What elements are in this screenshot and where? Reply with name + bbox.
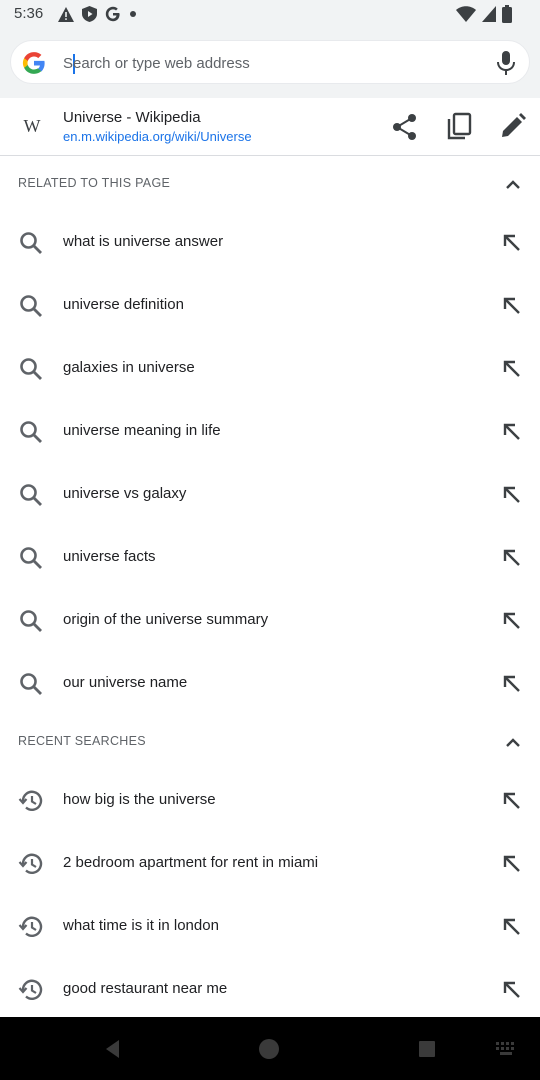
recent-section-label: RECENT SEARCHES	[18, 734, 146, 748]
arrow-up-left-icon[interactable]	[500, 294, 524, 318]
edit-icon[interactable]	[498, 111, 528, 141]
related-suggestion-text: what is universe answer	[63, 233, 224, 250]
recent-search-item[interactable]: 2 bedroom apartment for rent in miami	[0, 832, 540, 895]
related-suggestion[interactable]: universe meaning in life	[0, 400, 540, 463]
current-page-suggestion[interactable]: W Universe - Wikipedia en.m.wikipedia.or…	[0, 98, 540, 156]
arrow-up-left-icon[interactable]	[500, 483, 524, 507]
arrow-up-left-icon[interactable]	[500, 978, 524, 1002]
microphone-icon[interactable]	[495, 50, 517, 76]
history-icon	[18, 914, 44, 940]
related-suggestion[interactable]: what is universe answer	[0, 211, 540, 274]
system-navigation-bar	[0, 1017, 540, 1080]
status-system-icons	[456, 5, 512, 23]
arrow-up-left-icon[interactable]	[500, 546, 524, 570]
recent-search-item-text: what time is it in london	[63, 917, 219, 934]
copy-icon[interactable]	[444, 111, 474, 141]
toolbar	[0, 30, 540, 98]
chevron-up-icon[interactable]	[502, 732, 524, 754]
recent-search-item-text: how big is the universe	[63, 791, 216, 808]
recent-section-header[interactable]: RECENT SEARCHES	[0, 724, 540, 760]
alert-triangle-icon	[58, 6, 74, 22]
arrow-up-left-icon[interactable]	[500, 420, 524, 444]
related-suggestion[interactable]: universe facts	[0, 526, 540, 589]
wifi-icon	[456, 6, 476, 22]
search-icon	[18, 230, 44, 256]
history-icon	[18, 788, 44, 814]
search-icon	[18, 671, 44, 697]
google-g-icon	[22, 52, 45, 74]
related-suggestion[interactable]: galaxies in universe	[0, 337, 540, 400]
arrow-up-left-icon[interactable]	[500, 357, 524, 381]
related-suggestion[interactable]: universe vs galaxy	[0, 463, 540, 526]
search-input[interactable]	[63, 51, 463, 75]
home-icon[interactable]	[256, 1036, 282, 1062]
search-icon	[18, 356, 44, 382]
arrow-up-left-icon[interactable]	[500, 789, 524, 813]
history-icon	[18, 977, 44, 1003]
related-suggestion-text: galaxies in universe	[63, 359, 195, 376]
related-section-label: RELATED TO THIS PAGE	[18, 176, 171, 190]
related-suggestion-text: universe facts	[63, 548, 156, 565]
wikipedia-icon: W	[23, 116, 41, 136]
search-icon	[18, 482, 44, 508]
recent-search-item-text: 2 bedroom apartment for rent in miami	[63, 854, 319, 871]
status-notification-icons	[58, 6, 137, 22]
search-icon	[18, 608, 44, 634]
search-icon	[18, 293, 44, 319]
dot-icon	[130, 11, 136, 17]
related-suggestion-text: universe definition	[63, 296, 184, 313]
related-suggestion[interactable]: origin of the universe summary	[0, 589, 540, 652]
recent-search-item[interactable]: what time is it in london	[0, 895, 540, 958]
battery-icon	[502, 5, 512, 23]
history-icon	[18, 851, 44, 877]
related-suggestion-text: universe meaning in life	[63, 422, 221, 439]
related-suggestion[interactable]: universe definition	[0, 274, 540, 337]
related-suggestion-text: origin of the universe summary	[63, 611, 269, 628]
shield-play-icon	[82, 6, 97, 22]
recent-search-item-text: good restaurant near me	[63, 980, 228, 997]
keyboard-icon[interactable]	[494, 1039, 518, 1059]
related-suggestion[interactable]: our universe name	[0, 652, 540, 715]
chevron-up-icon[interactable]	[502, 174, 524, 196]
related-suggestion-text: universe vs galaxy	[63, 485, 187, 502]
status-bar: 5:36	[0, 0, 540, 30]
related-section-header[interactable]: RELATED TO THIS PAGE	[0, 166, 540, 202]
arrow-up-left-icon[interactable]	[500, 231, 524, 255]
arrow-up-left-icon[interactable]	[500, 852, 524, 876]
arrow-up-left-icon[interactable]	[500, 609, 524, 633]
status-time: 5:36	[14, 5, 44, 22]
cell-signal-icon	[482, 6, 496, 22]
recent-search-item[interactable]: good restaurant near me	[0, 958, 540, 1021]
share-icon[interactable]	[390, 112, 420, 142]
current-page-title: Universe - Wikipedia	[63, 109, 201, 126]
recents-icon[interactable]	[417, 1039, 437, 1059]
search-icon	[18, 545, 44, 571]
arrow-up-left-icon[interactable]	[500, 672, 524, 696]
search-icon	[18, 419, 44, 445]
omnibox[interactable]	[10, 40, 530, 84]
related-suggestion-text: our universe name	[63, 674, 188, 691]
arrow-up-left-icon[interactable]	[500, 915, 524, 939]
current-page-url: en.m.wikipedia.org/wiki/Universe	[63, 129, 252, 144]
recent-search-item[interactable]: how big is the universe	[0, 769, 540, 832]
back-icon[interactable]	[101, 1037, 125, 1061]
google-g-icon	[105, 6, 120, 22]
